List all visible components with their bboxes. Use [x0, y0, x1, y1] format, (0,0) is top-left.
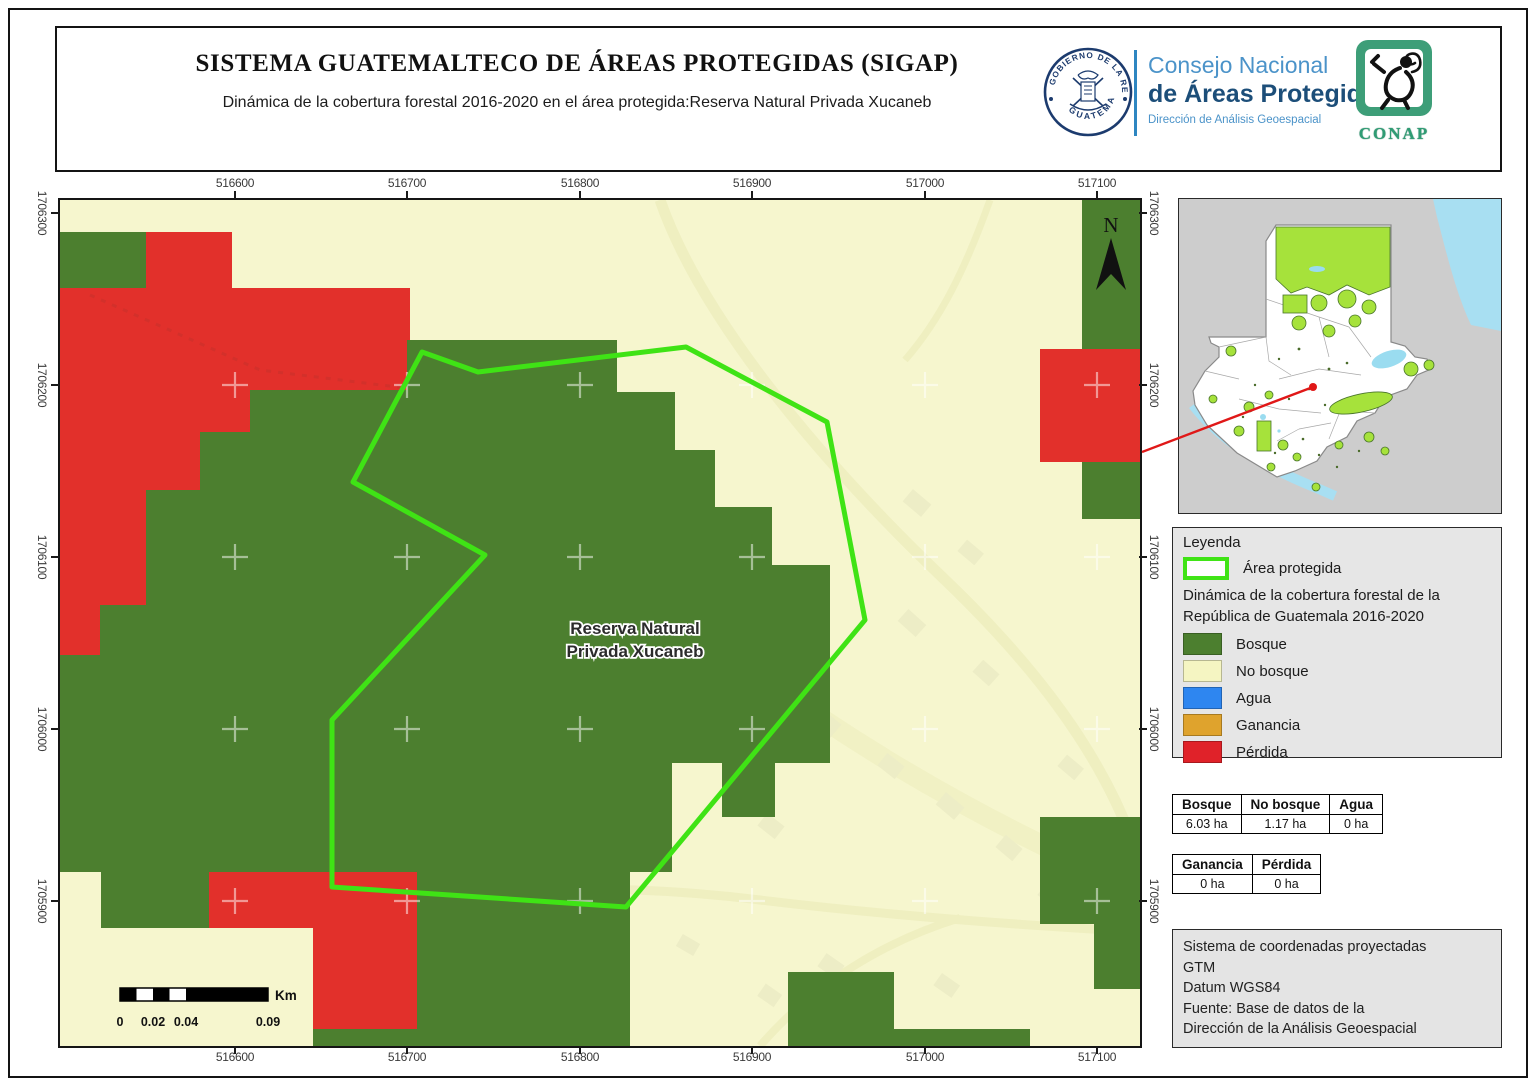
area-protegida-swatch [1183, 557, 1229, 580]
svg-text:0.09: 0.09 [256, 1015, 280, 1029]
axis-tick [579, 1046, 581, 1054]
y-axis-label: 1706200 [35, 363, 49, 408]
y-axis-label: 1706000 [35, 707, 49, 752]
axis-tick [751, 1046, 753, 1054]
axis-tick [406, 191, 408, 199]
y-axis-label: 1706300 [35, 191, 49, 236]
axis-tick [751, 191, 753, 199]
government-seal-icon: GOBIERNO DE LA REPÚBLICA GUATEMALA [1040, 44, 1136, 140]
axis-tick [924, 191, 926, 199]
north-label: N [1103, 213, 1118, 237]
y-axis-label: 1706100 [35, 535, 49, 580]
axis-tick [51, 384, 59, 386]
info-line: GTM [1183, 958, 1491, 979]
change-table: Ganancia Pérdida 0 ha 0 ha [1172, 854, 1321, 894]
legend-item-label: Pérdida [1236, 744, 1288, 761]
legend-item-label: No bosque [1236, 663, 1309, 680]
x-axis-label: 516600 [216, 176, 254, 190]
page-subtitle: Dinámica de la cobertura forestal 2016-2… [137, 94, 1017, 112]
header-box: SISTEMA GUATEMALTECO DE ÁREAS PROTEGIDAS… [55, 26, 1502, 172]
change-value: 0 ha [1252, 875, 1321, 894]
axis-tick [1096, 191, 1098, 199]
org-divider [1134, 50, 1137, 136]
x-axis-label: 516800 [561, 176, 599, 190]
title-block: SISTEMA GUATEMALTECO DE ÁREAS PROTEGIDAS… [137, 50, 1017, 112]
coverage-header: Agua [1330, 795, 1383, 815]
page-title: SISTEMA GUATEMALTECO DE ÁREAS PROTEGIDAS… [137, 50, 1017, 78]
y-axis-label: 1706200 [1147, 363, 1161, 408]
coverage-header: No bosque [1241, 795, 1330, 815]
svg-text:0: 0 [117, 1015, 124, 1029]
conap-logo: CONAP [1346, 38, 1442, 144]
coverage-table: Bosque No bosque Agua 6.03 ha 1.17 ha 0 … [1172, 794, 1383, 834]
axis-tick [51, 728, 59, 730]
y-axis-label: 1706300 [1147, 191, 1161, 236]
svg-text:0.04: 0.04 [174, 1015, 198, 1029]
x-axis-label: 516700 [388, 176, 426, 190]
x-axis-label: 517000 [906, 176, 944, 190]
legend-item-label: Bosque [1236, 636, 1287, 653]
area-label-line1: Reserva Natural [570, 619, 699, 638]
axis-tick [924, 1046, 926, 1054]
axis-tick [1096, 1046, 1098, 1054]
coverage-value: 0 ha [1330, 815, 1383, 834]
change-value: 0 ha [1173, 875, 1253, 894]
info-line: Dirección de la Análisis Geoespacial [1183, 1019, 1491, 1040]
axis-tick [51, 900, 59, 902]
coordinate-info-box: Sistema de coordenadas proyectadas GTM D… [1172, 929, 1502, 1048]
info-line: Fuente: Base de datos de la [1183, 999, 1491, 1020]
legend-section-title: Dinámica de la cobertura forestal de la … [1183, 585, 1501, 627]
change-header: Ganancia [1173, 855, 1253, 875]
inset-map [1178, 198, 1502, 514]
axis-tick [1139, 728, 1147, 730]
legend-title: Leyenda [1183, 534, 1501, 551]
axis-tick [1139, 212, 1147, 214]
logo-zone: GOBIERNO DE LA REPÚBLICA GUATEMALA Conse… [1036, 36, 1486, 162]
svg-text:0.02: 0.02 [141, 1015, 165, 1029]
coverage-value: 1.17 ha [1241, 815, 1330, 834]
axis-tick [406, 1046, 408, 1054]
legend-item-label: Ganancia [1236, 717, 1300, 734]
perdida-swatch [1183, 741, 1222, 763]
x-axis-label: 516900 [733, 176, 771, 190]
legend-item-label: Área protegida [1243, 560, 1341, 577]
y-axis-label: 1706000 [1147, 707, 1161, 752]
map-sheet: SISTEMA GUATEMALTECO DE ÁREAS PROTEGIDAS… [0, 0, 1536, 1086]
agua-swatch [1183, 687, 1222, 709]
axis-tick [1139, 384, 1147, 386]
change-header: Pérdida [1252, 855, 1321, 875]
axis-tick [51, 556, 59, 558]
conap-label: CONAP [1346, 124, 1442, 144]
perdida-region [1040, 349, 1140, 462]
legend-panel: Leyenda Área protegida Dinámica de la co… [1172, 527, 1502, 758]
axis-tick [234, 1046, 236, 1054]
bosque-region [60, 232, 146, 288]
axis-tick [51, 212, 59, 214]
axis-tick [1139, 556, 1147, 558]
main-map: Reserva Natural Privada Xucaneb N Km 0 0… [58, 198, 1142, 1048]
info-line: Datum WGS84 [1183, 978, 1491, 999]
bosque-swatch [1183, 633, 1222, 655]
x-axis-label: 517100 [1078, 176, 1116, 190]
scale-unit: Km [275, 988, 297, 1003]
y-axis-label: 1705900 [1147, 879, 1161, 924]
area-label-line2: Privada Xucaneb [566, 642, 703, 661]
legend-item-label: Agua [1236, 690, 1271, 707]
no-bosque-swatch [1183, 660, 1222, 682]
info-line: Sistema de coordenadas proyectadas [1183, 937, 1491, 958]
axis-tick [234, 191, 236, 199]
y-axis-label: 1706100 [1147, 535, 1161, 580]
ganancia-swatch [1183, 714, 1222, 736]
y-axis-label: 1705900 [35, 879, 49, 924]
coverage-value: 6.03 ha [1173, 815, 1242, 834]
axis-tick [579, 191, 581, 199]
conap-monkey-icon [1354, 38, 1434, 118]
coverage-header: Bosque [1173, 795, 1242, 815]
axis-tick [1139, 900, 1147, 902]
